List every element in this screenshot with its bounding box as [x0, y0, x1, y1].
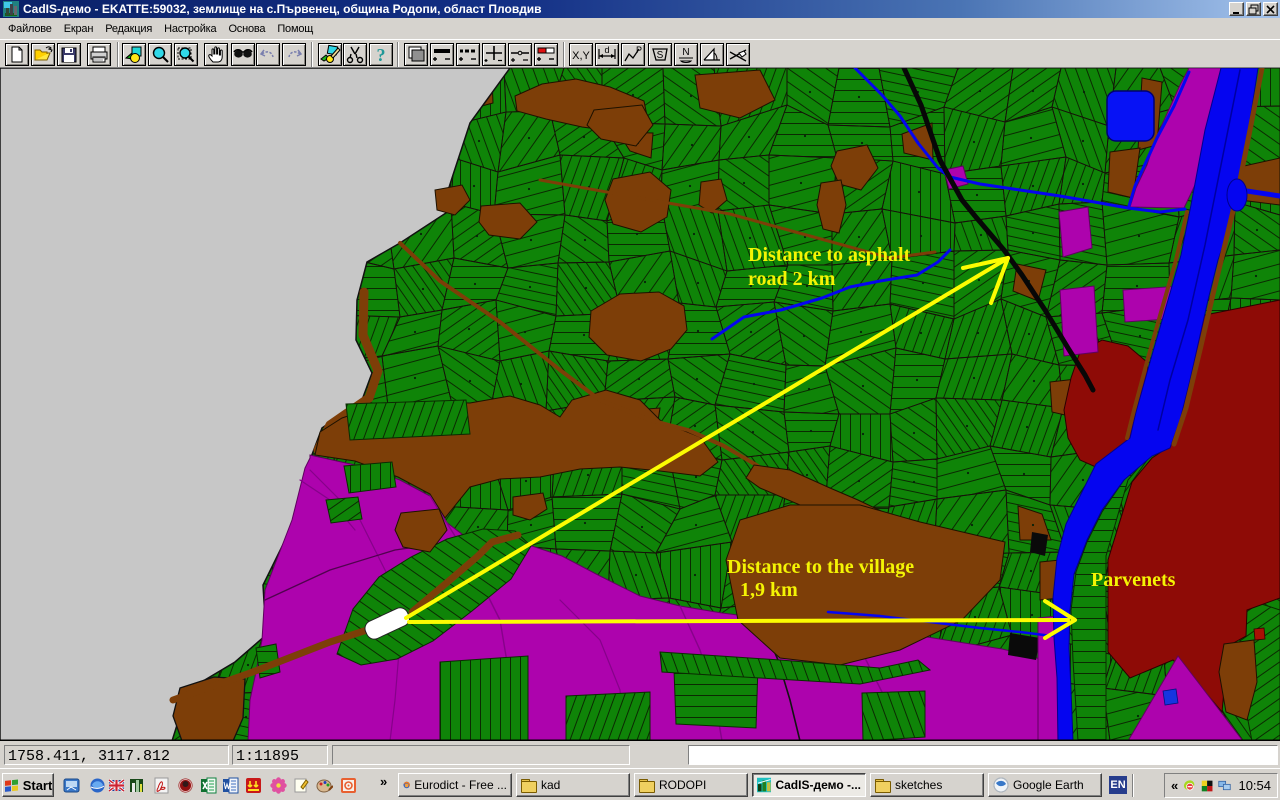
svg-text:P: P: [636, 45, 642, 55]
svg-text:S: S: [657, 50, 664, 61]
svg-text:Parvenets: Parvenets: [1091, 569, 1176, 591]
svg-text:d: d: [604, 45, 609, 55]
svg-text:N: N: [682, 47, 689, 58]
svg-text:Distance to the village: Distance to the village: [727, 556, 914, 578]
svg-text:X,Y: X,Y: [572, 50, 590, 62]
svg-text:road 2 km: road 2 km: [748, 268, 836, 290]
svg-text:1,9 km: 1,9 km: [740, 579, 798, 601]
svg-text:Distance to asphalt: Distance to asphalt: [748, 244, 911, 266]
svg-text:?: ?: [377, 45, 386, 65]
